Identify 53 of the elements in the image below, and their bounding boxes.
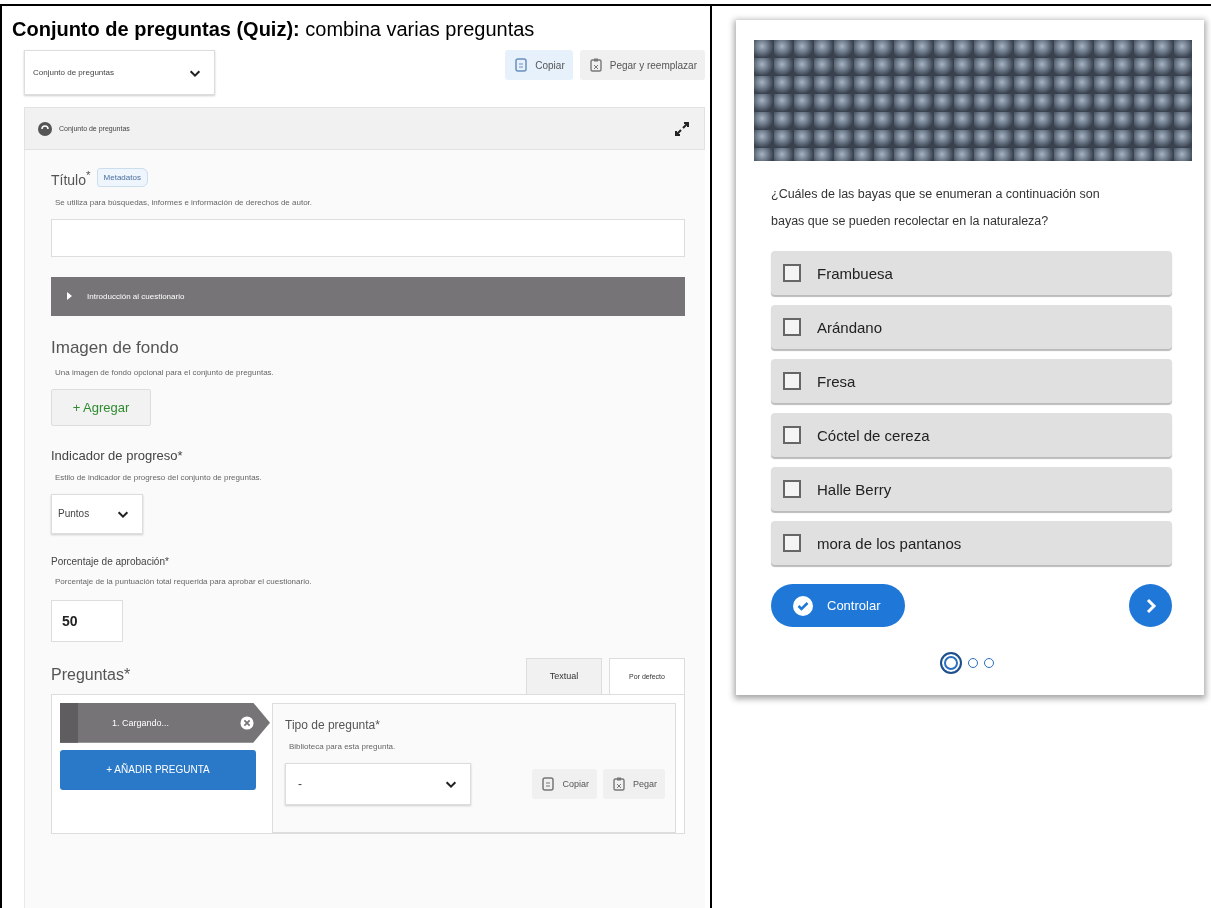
- field-label: Preguntas*: [51, 665, 132, 685]
- caret-right-icon: [65, 292, 73, 301]
- question-item[interactable]: 1. Cargando...: [60, 702, 270, 743]
- copy-button[interactable]: Copiar: [505, 50, 573, 80]
- field-label: Título$^{*}$: [51, 168, 91, 188]
- copy-button[interactable]: Copiar: [532, 768, 597, 799]
- paste-replace-button[interactable]: Pegar y reemplazar: [579, 50, 705, 80]
- field-label: Imagen de fondo: [51, 337, 180, 358]
- question-type-select[interactable]: -: [285, 762, 471, 805]
- field-label: Tipo de pregunta*: [285, 717, 381, 732]
- next-button[interactable]: [1129, 584, 1172, 627]
- clipboard-icon: [610, 775, 627, 792]
- library-select[interactable]: Conjunto de preguntas: [24, 50, 215, 95]
- add-question-button[interactable]: + AÑADIR PREGUNTA: [60, 749, 256, 790]
- answer-option[interactable]: Fresa: [771, 359, 1172, 403]
- answer-option[interactable]: mora de los pantanos: [771, 521, 1172, 565]
- section-label: Introducción al cuestionario: [87, 291, 185, 301]
- field-label: Indicador de progreso*: [51, 447, 184, 463]
- percentage-input[interactable]: 50: [51, 599, 123, 642]
- check-circle-icon: [793, 595, 813, 616]
- checkbox[interactable]: [783, 426, 801, 444]
- answer-option[interactable]: Arándano: [771, 305, 1172, 349]
- page-dot[interactable]: [940, 652, 962, 674]
- checkbox[interactable]: [783, 318, 801, 336]
- check-button[interactable]: Controlar: [771, 584, 905, 627]
- field-description: Porcentaje de la puntuación total requerida para aprobar el cuestionario.: [55, 576, 313, 586]
- collapsible-section[interactable]: Introducción al cuestionario: [51, 276, 685, 316]
- checkbox[interactable]: [783, 534, 801, 552]
- metadata-button[interactable]: Metadatos: [96, 168, 148, 188]
- quiz-icon: [37, 120, 53, 137]
- field-description: Biblioteca para esta pregunta.: [289, 741, 397, 751]
- answer-option[interactable]: Frambuesa: [771, 251, 1172, 295]
- field-label: Porcentaje de aprobación*: [51, 555, 170, 567]
- add-button[interactable]: + Agregar: [51, 388, 151, 426]
- field-description: Una imagen de fondo opcional para el conjunto de preguntas.: [55, 367, 275, 377]
- close-circle-icon: [240, 715, 254, 730]
- field-description: Estilo de indicador de progreso del conjunto de preguntas.: [55, 472, 263, 482]
- checkbox[interactable]: [783, 480, 801, 498]
- title-input[interactable]: [51, 218, 685, 257]
- clipboard-icon: [587, 57, 604, 73]
- answer-option[interactable]: Halle Berry: [771, 467, 1172, 511]
- checkbox[interactable]: [783, 264, 801, 282]
- heading-text: Conjunto de preguntas (Quiz): combina varias preguntas: [12, 17, 536, 42]
- answer-option[interactable]: Cóctel de cereza: [771, 413, 1172, 457]
- progress-select[interactable]: Puntos: [51, 493, 143, 534]
- tab[interactable]: Textual: [526, 657, 602, 694]
- question-text: ¿Cuáles de las bayas que se enumeran a continuación son bayas que se pueden recolectar en la naturaleza?: [771, 186, 1101, 230]
- expand-icon: [674, 120, 690, 137]
- copy-icon: [540, 775, 557, 792]
- checkbox[interactable]: [783, 372, 801, 390]
- field-description: Se utiliza para búsquedas, informes e información de derechos de autor.: [55, 197, 314, 207]
- paste-button[interactable]: Pegar: [602, 768, 665, 799]
- copy-icon: [513, 57, 530, 73]
